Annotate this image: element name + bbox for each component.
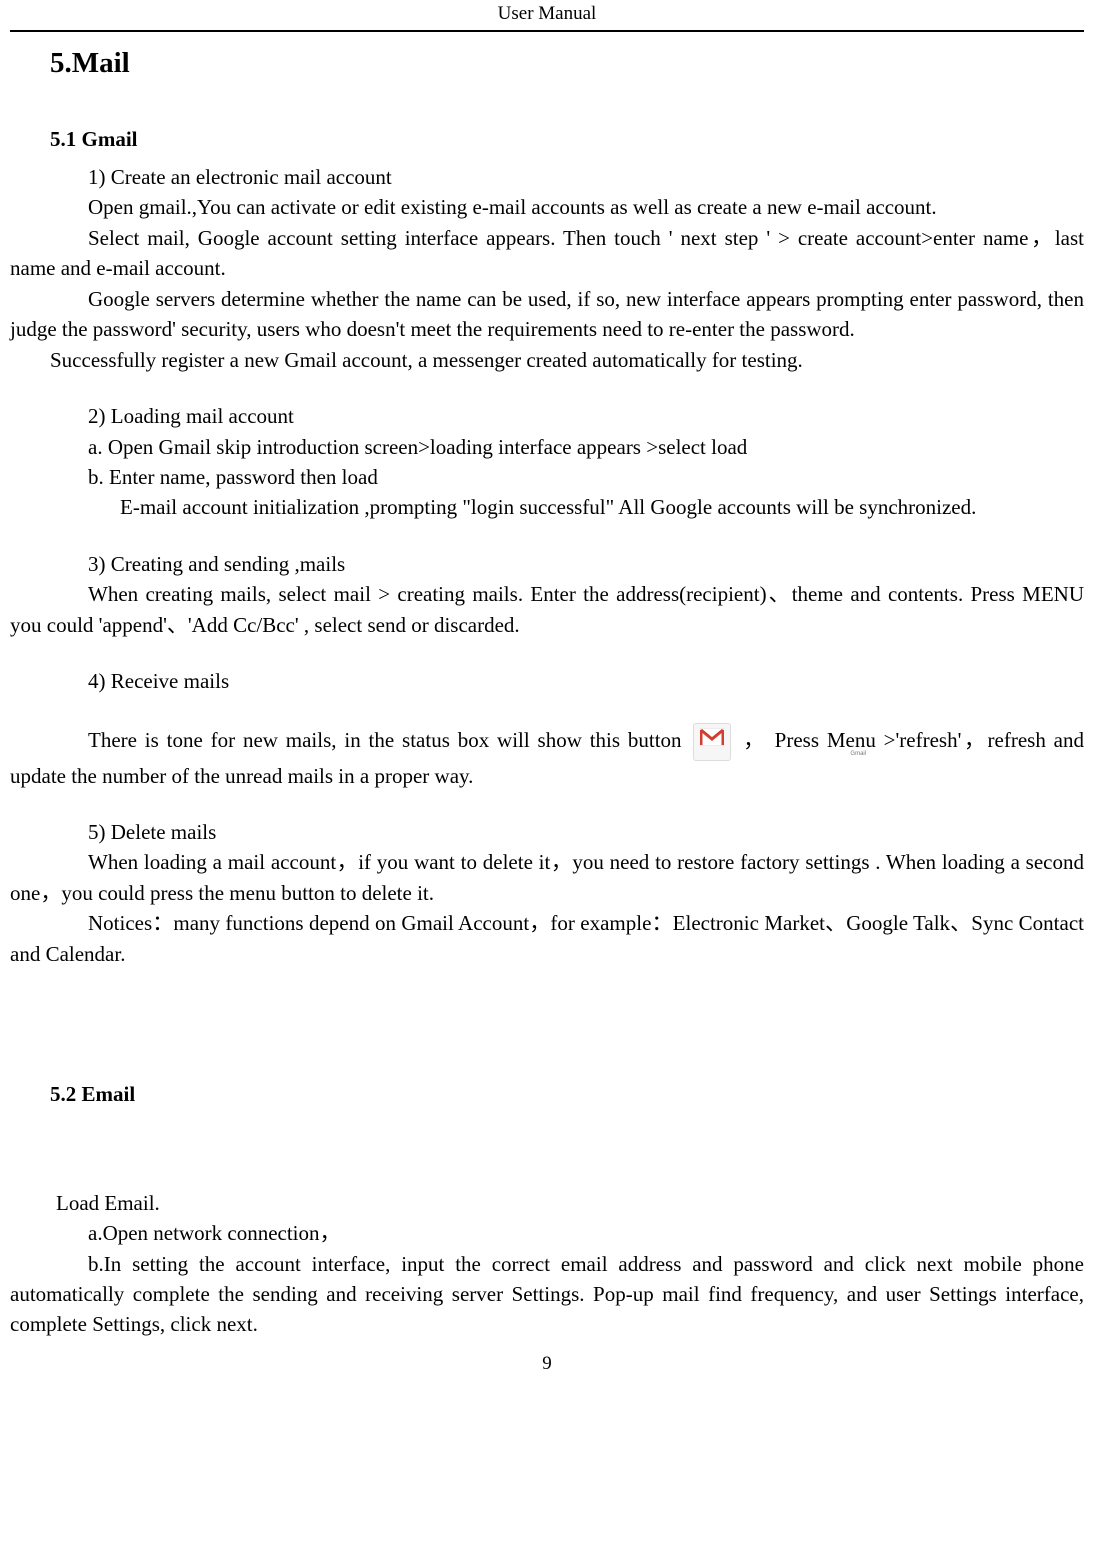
gmail-p5: Successfully register a new Gmail accoun…: [10, 345, 1084, 375]
gmail-p8: b. Enter name, password then load: [10, 462, 1084, 492]
gmail-icon-caption: Gmail: [772, 750, 808, 759]
email-p1: Load Email.: [10, 1188, 1084, 1218]
spacer: [10, 640, 1084, 666]
gmail-app-icon: Gmail: [693, 723, 731, 761]
subsection-email-heading: 5.2 Email: [50, 1079, 1084, 1109]
header-title: User Manual: [10, 0, 1084, 30]
gmail-p13a-text: There is tone for new mails, in the stat…: [88, 727, 682, 751]
spacer: [10, 791, 1084, 817]
spacer: [10, 1118, 1084, 1188]
gmail-p16: Notices：many functions depend on Gmail A…: [10, 908, 1084, 969]
subsection-gmail-heading: 5.1 Gmail: [50, 124, 1084, 154]
email-p2: a.Open network connection，: [10, 1218, 1084, 1248]
gmail-p12: 4) Receive mails: [10, 666, 1084, 696]
gmail-p14: 5) Delete mails: [10, 817, 1084, 847]
gmail-p10: 3) Creating and sending ,mails: [10, 549, 1084, 579]
email-p3: b.In setting the account interface, inpu…: [10, 1249, 1084, 1340]
spacer-large: [10, 969, 1084, 1079]
page-container: User Manual 5.Mail 5.1 Gmail 1) Create a…: [0, 0, 1094, 1377]
header-rule: [10, 30, 1084, 32]
gmail-p6: 2) Loading mail account: [10, 401, 1084, 431]
gmail-p7: a. Open Gmail skip introduction screen>l…: [10, 432, 1084, 462]
gmail-p11: When creating mails, select mail > creat…: [10, 579, 1084, 640]
spacer: [10, 375, 1084, 401]
gmail-p15: When loading a mail account，if you want …: [10, 847, 1084, 908]
gmail-p2: Open gmail.,You can activate or edit exi…: [10, 192, 1084, 222]
section-title: 5.Mail: [50, 42, 1084, 84]
gmail-p13: There is tone for new mails, in the stat…: [10, 723, 1084, 791]
page-number: 9: [10, 1350, 1084, 1378]
spacer: [10, 697, 1084, 723]
gmail-p1: 1) Create an electronic mail account: [10, 162, 1084, 192]
gmail-p3: Select mail, Google account setting inte…: [10, 223, 1084, 284]
gmail-p4: Google servers determine whether the nam…: [10, 284, 1084, 345]
spacer: [10, 523, 1084, 549]
gmail-p9: E-mail account initialization ,prompting…: [10, 492, 1084, 522]
